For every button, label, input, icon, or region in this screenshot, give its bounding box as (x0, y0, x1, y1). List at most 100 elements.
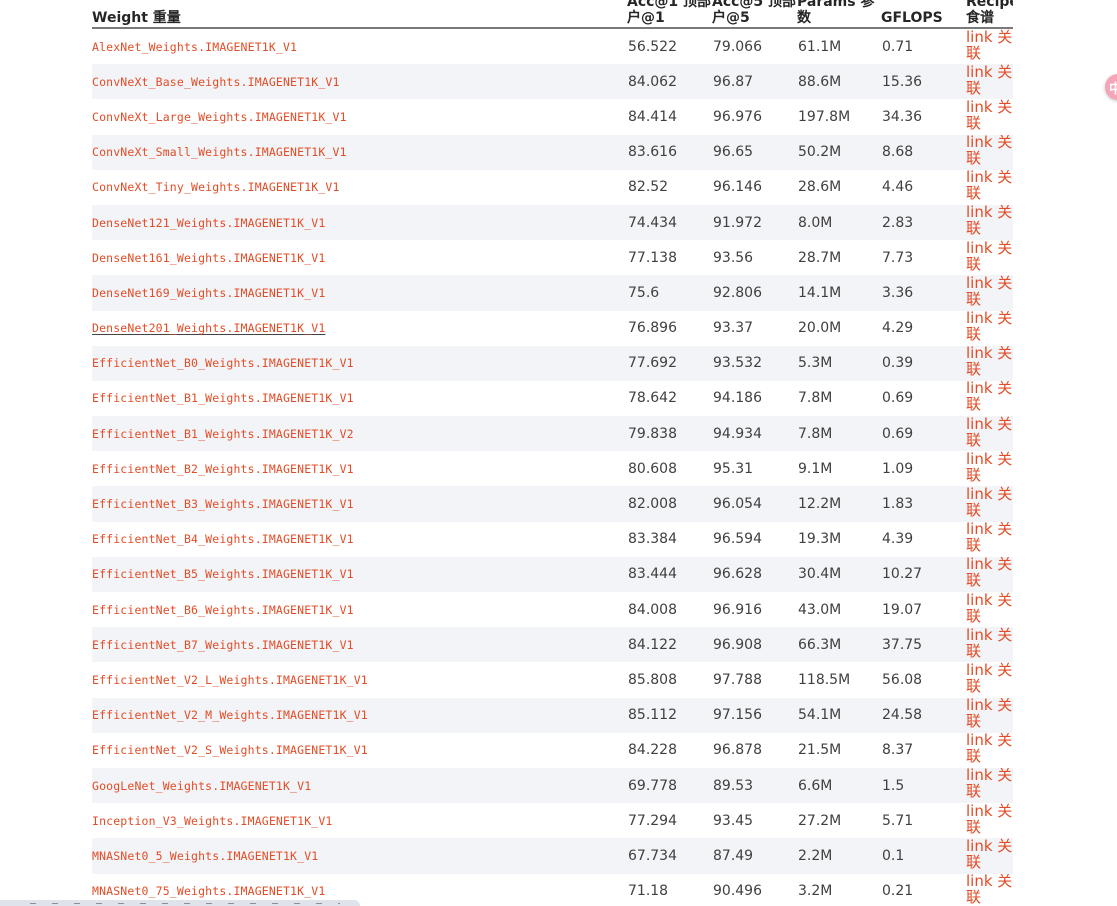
weight-name-link[interactable]: AlexNet_Weights.IMAGENET1K_V1 (92, 38, 297, 56)
weight-name-link[interactable]: DenseNet169_Weights.IMAGENET1K_V1 (92, 284, 325, 302)
recipe-link[interactable]: link 关联 (966, 346, 1013, 378)
recipe-link[interactable]: link 关联 (966, 874, 1013, 906)
recipe-link[interactable]: link 关联 (966, 838, 1013, 870)
recipe-link[interactable]: link 关联 (966, 803, 1013, 835)
table-row: GoogLeNet_Weights.IMAGENET1K_V1 69.778 89.… (92, 767, 1013, 804)
recipe-link[interactable]: link 关联 (966, 29, 1013, 61)
weight-name-link[interactable]: GoogLeNet_Weights.IMAGENET1K_V1 (92, 777, 311, 795)
recipe-link[interactable]: link 关联 (966, 135, 1013, 167)
table-row: EfficientNet_B3_Weights.IMAGENET1K_V1 82.… (92, 486, 1013, 522)
weight-name-link[interactable]: EfficientNet_B7_Weights.IMAGENET1K_V1 (92, 636, 354, 654)
recipe-link[interactable]: link 关联 (966, 311, 1013, 343)
recipe-link[interactable]: link 关联 (966, 557, 1013, 589)
params-cell: 28.6M (798, 179, 842, 196)
gflops-cell: 7.73 (882, 249, 914, 266)
recipe-link[interactable]: link 关联 (966, 170, 1013, 202)
recipe-link[interactable]: link 关联 (966, 733, 1013, 765)
weight-name-link[interactable]: ConvNeXt_Base_Weights.IMAGENET1K_V1 (92, 73, 340, 91)
acc5-cell: 97.156 (712, 697, 797, 733)
recipe-link[interactable]: link 关联 (966, 64, 1013, 96)
acc1-cell: 69.778 (627, 767, 712, 804)
weight-name-link[interactable]: ConvNeXt_Small_Weights.IMAGENET1K_V1 (92, 143, 347, 161)
weight-name-link[interactable]: EfficientNet_B5_Weights.IMAGENET1K_V1 (92, 565, 354, 583)
header-acc5: Acc@5 顶部户@5 (712, 0, 797, 29)
weight-name-cell: EfficientNet_B2_Weights.IMAGENET1K_V1 (92, 451, 627, 486)
recipe-link[interactable]: link 关联 (966, 486, 1013, 518)
recipe-link[interactable]: link 关联 (966, 381, 1013, 413)
acc5-cell: 96.628 (712, 556, 797, 592)
recipe-cell: link 关联 (966, 416, 1013, 452)
params-cell: 88.6M (797, 64, 881, 100)
weight-name-link[interactable]: EfficientNet_B3_Weights.IMAGENET1K_V1 (92, 495, 354, 513)
weight-name-cell: DenseNet161_Weights.IMAGENET1K_V1 (92, 240, 627, 275)
translate-badge[interactable]: 中 (1105, 74, 1117, 100)
gflops-cell: 19.07 (882, 601, 923, 618)
acc1-cell: 84.228 (628, 742, 677, 759)
header-params: Params 参数 (797, 0, 881, 29)
header-acc1: Acc@1 顶部户@1 (627, 0, 712, 29)
recipe-link[interactable]: link 关联 (966, 662, 1013, 694)
table-row: EfficientNet_B6_Weights.IMAGENET1K_V1 84.… (92, 592, 1013, 627)
recipe-link[interactable]: link 关联 (966, 592, 1013, 624)
weight-name-link[interactable]: EfficientNet_B0_Weights.IMAGENET1K_V1 (92, 354, 354, 372)
weight-name-link[interactable]: EfficientNet_V2_M_Weights.IMAGENET1K_V1 (92, 706, 368, 724)
recipe-cell: link 关联 (966, 767, 1013, 804)
recipe-link[interactable]: link 关联 (966, 275, 1013, 307)
recipe-link[interactable]: link 关联 (966, 240, 1013, 272)
recipe-link[interactable]: link 关联 (966, 416, 1013, 448)
weight-name-link[interactable]: ConvNeXt_Tiny_Weights.IMAGENET1K_V1 (92, 178, 340, 196)
recipe-link[interactable]: link 关联 (966, 451, 1013, 483)
header-recipe: Recipe 食谱 (966, 0, 1013, 29)
acc5-cell: 93.56 (713, 249, 754, 266)
recipe-link[interactable]: link 关联 (966, 627, 1013, 659)
weight-name-link[interactable]: EfficientNet_B4_Weights.IMAGENET1K_V1 (92, 530, 354, 548)
recipe-link[interactable]: link 关联 (966, 522, 1013, 554)
weight-name-link[interactable]: EfficientNet_B1_Weights.IMAGENET1K_V2 (92, 425, 354, 443)
weight-name-link[interactable]: EfficientNet_V2_L_Weights.IMAGENET1K_V1 (92, 671, 368, 689)
recipe-cell: link 关联 (966, 99, 1013, 134)
recipe-link[interactable]: link 关联 (966, 768, 1013, 800)
table-row: EfficientNet_V2_L_Weights.IMAGENET1K_V1 8… (92, 662, 1013, 697)
acc1-cell: 77.138 (628, 249, 677, 266)
acc5-cell: 90.496 (713, 883, 762, 900)
weight-name-link[interactable]: EfficientNet_B6_Weights.IMAGENET1K_V1 (92, 601, 354, 619)
recipe-link[interactable]: link 关联 (966, 205, 1013, 237)
weight-name-link[interactable]: Inception_V3_Weights.IMAGENET1K_V1 (92, 812, 333, 830)
header-row: Weight 重量 Acc@1 顶部户@1 Acc@5 顶部户@5 Params… (92, 0, 1013, 29)
gflops-cell: 0.69 (882, 390, 914, 407)
weight-name-link[interactable]: MNASNet0_75_Weights.IMAGENET1K_V1 (92, 882, 325, 900)
recipe-link[interactable]: link 关联 (966, 99, 1013, 131)
params-cell: 3.2M (798, 883, 833, 900)
table-row: ConvNeXt_Base_Weights.IMAGENET1K_V1 84.06… (92, 64, 1013, 100)
weight-name-link[interactable]: EfficientNet_V2_S_Weights.IMAGENET1K_V1 (92, 741, 368, 759)
weight-name-link[interactable]: ConvNeXt_Large_Weights.IMAGENET1K_V1 (92, 108, 347, 126)
table-row: MNASNet0_5_Weights.IMAGENET1K_V1 67.734 87… (92, 838, 1013, 874)
params-cell: 61.1M (798, 38, 842, 55)
acc1-cell: 67.734 (627, 838, 712, 874)
weight-name-link[interactable]: MNASNet0_5_Weights.IMAGENET1K_V1 (92, 847, 318, 865)
recipe-cell: link 关联 (966, 627, 1013, 663)
weight-name-link[interactable]: DenseNet161_Weights.IMAGENET1K_V1 (92, 249, 325, 267)
weight-name-link[interactable]: EfficientNet_B2_Weights.IMAGENET1K_V1 (92, 460, 354, 478)
recipe-link[interactable]: link 关联 (966, 698, 1013, 730)
acc5-cell: 79.066 (713, 38, 762, 55)
weight-name-link[interactable]: DenseNet201_Weights.IMAGENET1K_V1 (92, 319, 325, 337)
acc1-cell: 85.808 (628, 671, 677, 688)
gflops-cell: 0.39 (881, 345, 966, 381)
params-cell: 19.3M (798, 531, 842, 548)
acc5-cell: 96.878 (713, 742, 762, 759)
params-cell: 5.3M (797, 345, 881, 381)
acc1-cell: 77.692 (627, 345, 712, 381)
header-weight: Weight 重量 (92, 0, 627, 29)
acc1-cell: 82.008 (627, 486, 712, 522)
weight-name-link[interactable]: EfficientNet_B1_Weights.IMAGENET1K_V1 (92, 389, 354, 407)
weight-name-cell: DenseNet121_Weights.IMAGENET1K_V1 (92, 204, 627, 241)
params-cell: 197.8M (798, 108, 851, 125)
params-cell: 12.2M (797, 486, 881, 522)
weight-name-link[interactable]: DenseNet121_Weights.IMAGENET1K_V1 (92, 214, 325, 232)
recipe-cell: link 关联 (966, 592, 1013, 627)
table-row: EfficientNet_B2_Weights.IMAGENET1K_V1 80.… (92, 451, 1013, 486)
acc1-cell: 84.062 (627, 64, 712, 100)
recipe-cell: link 关联 (966, 28, 1013, 64)
params-cell: 30.4M (797, 556, 881, 592)
